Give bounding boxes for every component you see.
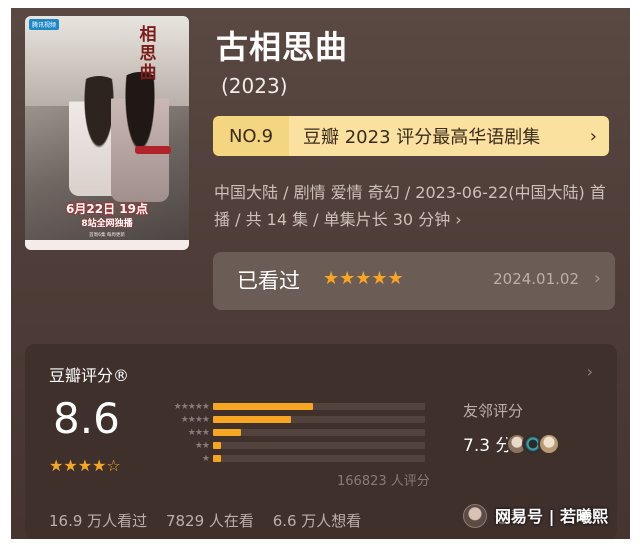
- watched-count[interactable]: 16.9 万人看过: [49, 512, 147, 530]
- star-label: ★★★★★: [173, 401, 210, 412]
- star-label: ★: [201, 453, 210, 464]
- bar-fill: [213, 416, 292, 423]
- poster-bottom-strip: [25, 240, 189, 250]
- ranking-number: NO.9: [213, 116, 289, 156]
- friend-rating-row: 7.3 分: [463, 431, 561, 456]
- watching-count[interactable]: 7829 人在看: [166, 512, 254, 530]
- rating-bar-3: ★★★: [155, 426, 445, 439]
- star-label: ★★★: [187, 427, 210, 438]
- want-count[interactable]: 6.6 万人想看: [273, 512, 362, 530]
- audience-stats: 16.9 万人看过 7829 人在看 6.6 万人想看: [49, 510, 375, 531]
- chevron-right-icon: ›: [593, 268, 601, 289]
- friend-rating-score: 7.3 分: [463, 436, 513, 456]
- my-rating-stars: ★★★★★: [323, 268, 404, 289]
- watched-status-row[interactable]: 已看过 ★★★★★ 2024.01.02 ›: [213, 252, 615, 310]
- bar-track: [213, 403, 425, 410]
- page-title: 古相思曲: [216, 28, 349, 66]
- bar-track: [213, 442, 425, 449]
- rating-stars: ★★★★☆: [49, 456, 121, 475]
- bar-fill: [213, 455, 222, 462]
- bar-track: [213, 429, 425, 436]
- rating-bar-5: ★★★★★: [155, 400, 445, 413]
- watched-date: 2024.01.02: [493, 270, 579, 288]
- rating-heading[interactable]: 豆瓣评分®: [49, 362, 129, 386]
- poster-fine-print: 首周6集 每周更新: [89, 233, 125, 238]
- poster-figure-man: [111, 72, 169, 202]
- poster-exclusive-text: 8站全网独播: [81, 219, 133, 229]
- watermark: 网易号 | 若曦熙: [495, 507, 608, 526]
- bar-fill: [213, 403, 313, 410]
- poster-premiere-date: 6月22日 19点: [66, 202, 148, 216]
- bar-track: [213, 455, 425, 462]
- movie-detail-screen: 腾讯视频 相思曲 6月22日 19点 8站全网独播 首周6集 每周更新 古相思曲…: [11, 8, 630, 539]
- rating-distribution: ★★★★★ ★★★★ ★★★ ★★ ★ 166823 人评分: [155, 400, 445, 490]
- rating-count: 166823 人评分: [337, 474, 430, 489]
- bar-fill: [213, 442, 222, 449]
- poster-calligraphy: 相思曲: [139, 25, 157, 83]
- poster-platform-badge: 腾讯视频: [29, 19, 60, 30]
- friend-rating[interactable]: 友邻评分 7.3 分: [463, 400, 561, 456]
- poster-image[interactable]: 腾讯视频 相思曲 6月22日 19点 8站全网独播 首周6集 每周更新: [25, 16, 189, 250]
- watched-label: 已看过: [237, 269, 300, 293]
- star-label: ★★★★: [180, 414, 210, 425]
- show-info[interactable]: 中国大陆 / 剧情 爱情 奇幻 / 2023-06-22(中国大陆) 首播 / …: [214, 179, 614, 233]
- rating-bar-2: ★★: [155, 439, 445, 452]
- chevron-right-icon[interactable]: ›: [587, 362, 593, 381]
- friend-avatar: [538, 432, 561, 455]
- bar-fill: [213, 429, 241, 436]
- ranking-text: 豆瓣 2023 评分最高华语剧集: [289, 116, 609, 156]
- rating-bar-4: ★★★★: [155, 413, 445, 426]
- show-info-text: 中国大陆 / 剧情 爱情 奇幻 / 2023-06-22(中国大陆) 首播 / …: [214, 183, 606, 229]
- release-year: (2023): [221, 74, 288, 98]
- friend-rating-label: 友邻评分: [463, 402, 524, 420]
- chevron-right-icon: ›: [589, 126, 597, 147]
- chevron-right-icon: ›: [455, 210, 462, 229]
- star-label: ★★: [194, 440, 210, 451]
- bar-track: [213, 416, 425, 423]
- poster-red-ribbon: [135, 146, 171, 154]
- user-avatar: [463, 504, 487, 528]
- ranking-banner[interactable]: NO.9 豆瓣 2023 评分最高华语剧集 ›: [213, 116, 609, 156]
- rating-bar-1: ★: [155, 452, 445, 465]
- rating-score: 8.6: [53, 394, 120, 443]
